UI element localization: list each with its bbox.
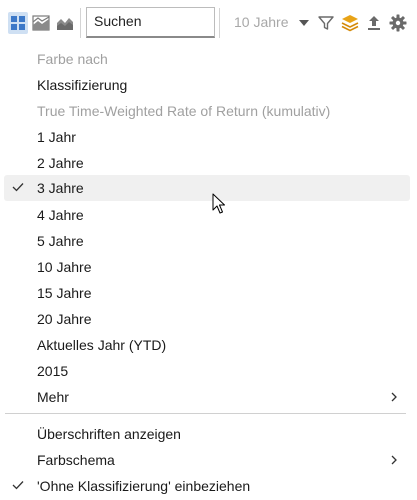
toolbar-separator	[219, 8, 220, 38]
checkmark-icon	[12, 183, 24, 192]
menu-separator	[5, 413, 406, 414]
area-chart-icon[interactable]	[31, 12, 51, 34]
menu-item-10-years[interactable]: 10 Jahre	[0, 254, 411, 280]
menu-item-color-scheme[interactable]: Farbschema	[0, 447, 411, 473]
menu-item-more[interactable]: Mehr	[0, 384, 411, 410]
menu-item-2015[interactable]: 2015	[0, 358, 411, 384]
menu-item-classification[interactable]: Klassifizierung	[0, 72, 411, 98]
toolbar: Suchen 10 Jahre	[0, 0, 417, 46]
checkmark-icon	[12, 481, 24, 490]
menu-item-15-years[interactable]: 15 Jahre	[0, 280, 411, 306]
menu-item-5-years[interactable]: 5 Jahre	[0, 228, 411, 254]
menu-item-1-year[interactable]: 1 Jahr	[0, 124, 411, 150]
toolbar-separator	[80, 8, 81, 38]
chevron-right-icon	[391, 455, 397, 465]
menu-header-ttwror: True Time-Weighted Rate of Return (kumul…	[37, 103, 331, 119]
mouse-pointer-icon	[212, 193, 225, 214]
menu-item-ytd[interactable]: Aktuelles Jahr (YTD)	[0, 332, 411, 358]
menu-item-20-years[interactable]: 20 Jahre	[0, 306, 411, 332]
export-icon[interactable]	[364, 12, 384, 34]
menu-item-4-years[interactable]: 4 Jahre	[0, 202, 411, 228]
settings-icon[interactable]	[388, 12, 408, 34]
stacked-area-icon[interactable]	[55, 12, 75, 34]
menu-header-color-by: Farbe nach	[37, 51, 108, 67]
layers-icon[interactable]	[340, 12, 360, 34]
search-input[interactable]: Suchen	[86, 7, 215, 38]
tile-view-icon[interactable]	[8, 12, 28, 34]
filter-icon[interactable]	[316, 12, 336, 34]
chevron-right-icon	[391, 392, 397, 402]
menu-item-3-years[interactable]: 3 Jahre	[4, 175, 410, 201]
menu-item-include-unclassified[interactable]: 'Ohne Klassifizierung' einbeziehen	[0, 473, 411, 499]
search-placeholder: Suchen	[94, 13, 142, 29]
menu-item-show-headings[interactable]: Überschriften anzeigen	[0, 421, 411, 447]
menu-item-2-years[interactable]: 2 Jahre	[0, 150, 411, 176]
context-menu: Farbe nach Klassifizierung True Time-Wei…	[0, 46, 417, 500]
previous-icon[interactable]	[0, 12, 4, 34]
chevron-down-icon[interactable]	[299, 20, 309, 26]
period-dropdown[interactable]: 10 Jahre	[234, 14, 288, 30]
